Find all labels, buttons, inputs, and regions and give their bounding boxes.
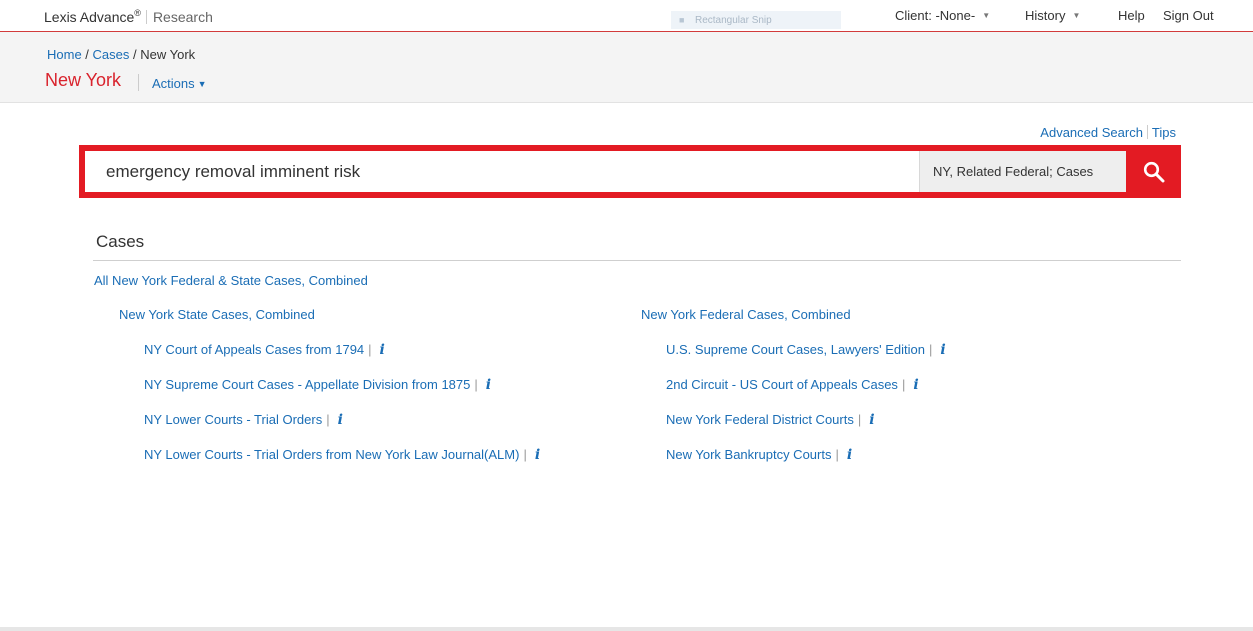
source-link[interactable]: New York Federal District Courts [666,412,854,427]
sign-out-link[interactable]: Sign Out [1163,8,1214,23]
source-link[interactable]: NY Court of Appeals Cases from 1794 [144,342,364,357]
list-item: NY Lower Courts - Trial Orders | i [144,412,343,428]
info-icon[interactable]: i [380,342,385,358]
client-menu[interactable]: Client: -None- ▼ [895,8,990,23]
search-button[interactable] [1126,145,1181,198]
section-heading-cases: Cases [96,232,145,251]
source-link[interactable]: U.S. Supreme Court Cases, Lawyers' Editi… [666,342,925,357]
snip-label: Rectangular Snip [695,15,772,26]
section-divider [93,260,1181,261]
product-name: Research [152,9,213,25]
state-combined-link[interactable]: New York State Cases, Combined [119,307,315,322]
breadcrumb-separator: / [129,47,141,62]
breadcrumb-cases[interactable]: Cases [93,47,130,62]
actions-menu[interactable]: Actions ▼ [152,76,207,91]
pipe-separator: | [901,377,906,392]
brand-name: Lexis Advance [44,9,135,25]
source-link[interactable]: New York Bankruptcy Courts [666,447,831,462]
info-icon[interactable]: i [940,342,945,358]
search-box: NY, Related Federal; Cases [79,145,1181,198]
tips-link[interactable]: Tips [1152,125,1176,140]
rectangular-snip-overlay[interactable]: ■ Rectangular Snip [671,11,841,29]
page-header: Home / Cases / New York New York Actions… [0,32,1253,103]
brand[interactable]: Lexis Advance® Research [44,8,213,25]
breadcrumb-separator: / [81,47,93,62]
list-item: U.S. Supreme Court Cases, Lawyers' Editi… [666,342,946,358]
info-icon[interactable]: i [913,377,918,393]
advanced-search-links: Advanced Search Tips [1040,125,1176,140]
breadcrumb-home[interactable]: Home [47,47,82,62]
info-icon[interactable]: i [486,377,491,393]
top-bar: Lexis Advance® Research ■ Rectangular Snip… [0,0,1253,32]
info-icon[interactable]: i [535,447,540,463]
registered-mark: ® [134,8,141,18]
search-icon [1143,161,1164,182]
caret-down-icon: ▼ [197,79,207,89]
search-input[interactable] [85,151,919,192]
pipe-separator: | [368,342,372,357]
info-icon[interactable]: i [869,412,874,428]
info-icon[interactable]: i [847,447,852,463]
chevron-down-icon: ▼ [1072,11,1081,20]
advanced-search-link[interactable]: Advanced Search [1040,125,1143,140]
list-item: NY Court of Appeals Cases from 1794 | i [144,342,385,358]
pipe-separator: | [928,342,933,357]
pipe-separator: | [857,412,862,427]
pipe-separator: | [835,447,839,462]
source-link[interactable]: NY Lower Courts - Trial Orders from New … [144,447,519,462]
source-link[interactable]: NY Lower Courts - Trial Orders [144,412,322,427]
federal-combined-link[interactable]: New York Federal Cases, Combined [641,307,851,322]
list-item: New York Bankruptcy Courts | i [666,447,852,463]
list-item: NY Lower Courts - Trial Orders from New … [144,447,540,463]
search-scope-selector[interactable]: NY, Related Federal; Cases [919,151,1126,192]
help-link[interactable]: Help [1118,8,1145,23]
source-link[interactable]: NY Supreme Court Cases - Appellate Divis… [144,377,470,392]
info-icon[interactable]: i [338,412,343,428]
list-item: NY Supreme Court Cases - Appellate Divis… [144,377,491,393]
pipe-separator: | [326,412,330,427]
list-item: 2nd Circuit - US Court of Appeals Cases |… [666,377,919,393]
page-title: New York [45,70,122,90]
pipe-separator: | [523,447,527,462]
breadcrumb: Home / Cases / New York [47,47,195,62]
source-link[interactable]: 2nd Circuit - US Court of Appeals Cases [666,377,898,392]
history-menu[interactable]: History ▼ [1025,8,1080,23]
chevron-down-icon: ▼ [982,11,991,20]
list-item: New York Federal District Courts | i [666,412,875,428]
title-divider [138,74,139,91]
brand-divider [145,10,147,24]
footer-divider [0,627,1253,631]
pipe-separator: | [474,377,478,392]
history-label: History [1025,8,1066,23]
link-divider [1146,125,1148,139]
actions-label: Actions [152,76,195,91]
all-combined-link[interactable]: All New York Federal & State Cases, Comb… [94,273,368,288]
client-label: Client: -None- [895,8,976,23]
breadcrumb-current: New York [140,47,196,62]
snip-icon: ■ [679,15,685,25]
